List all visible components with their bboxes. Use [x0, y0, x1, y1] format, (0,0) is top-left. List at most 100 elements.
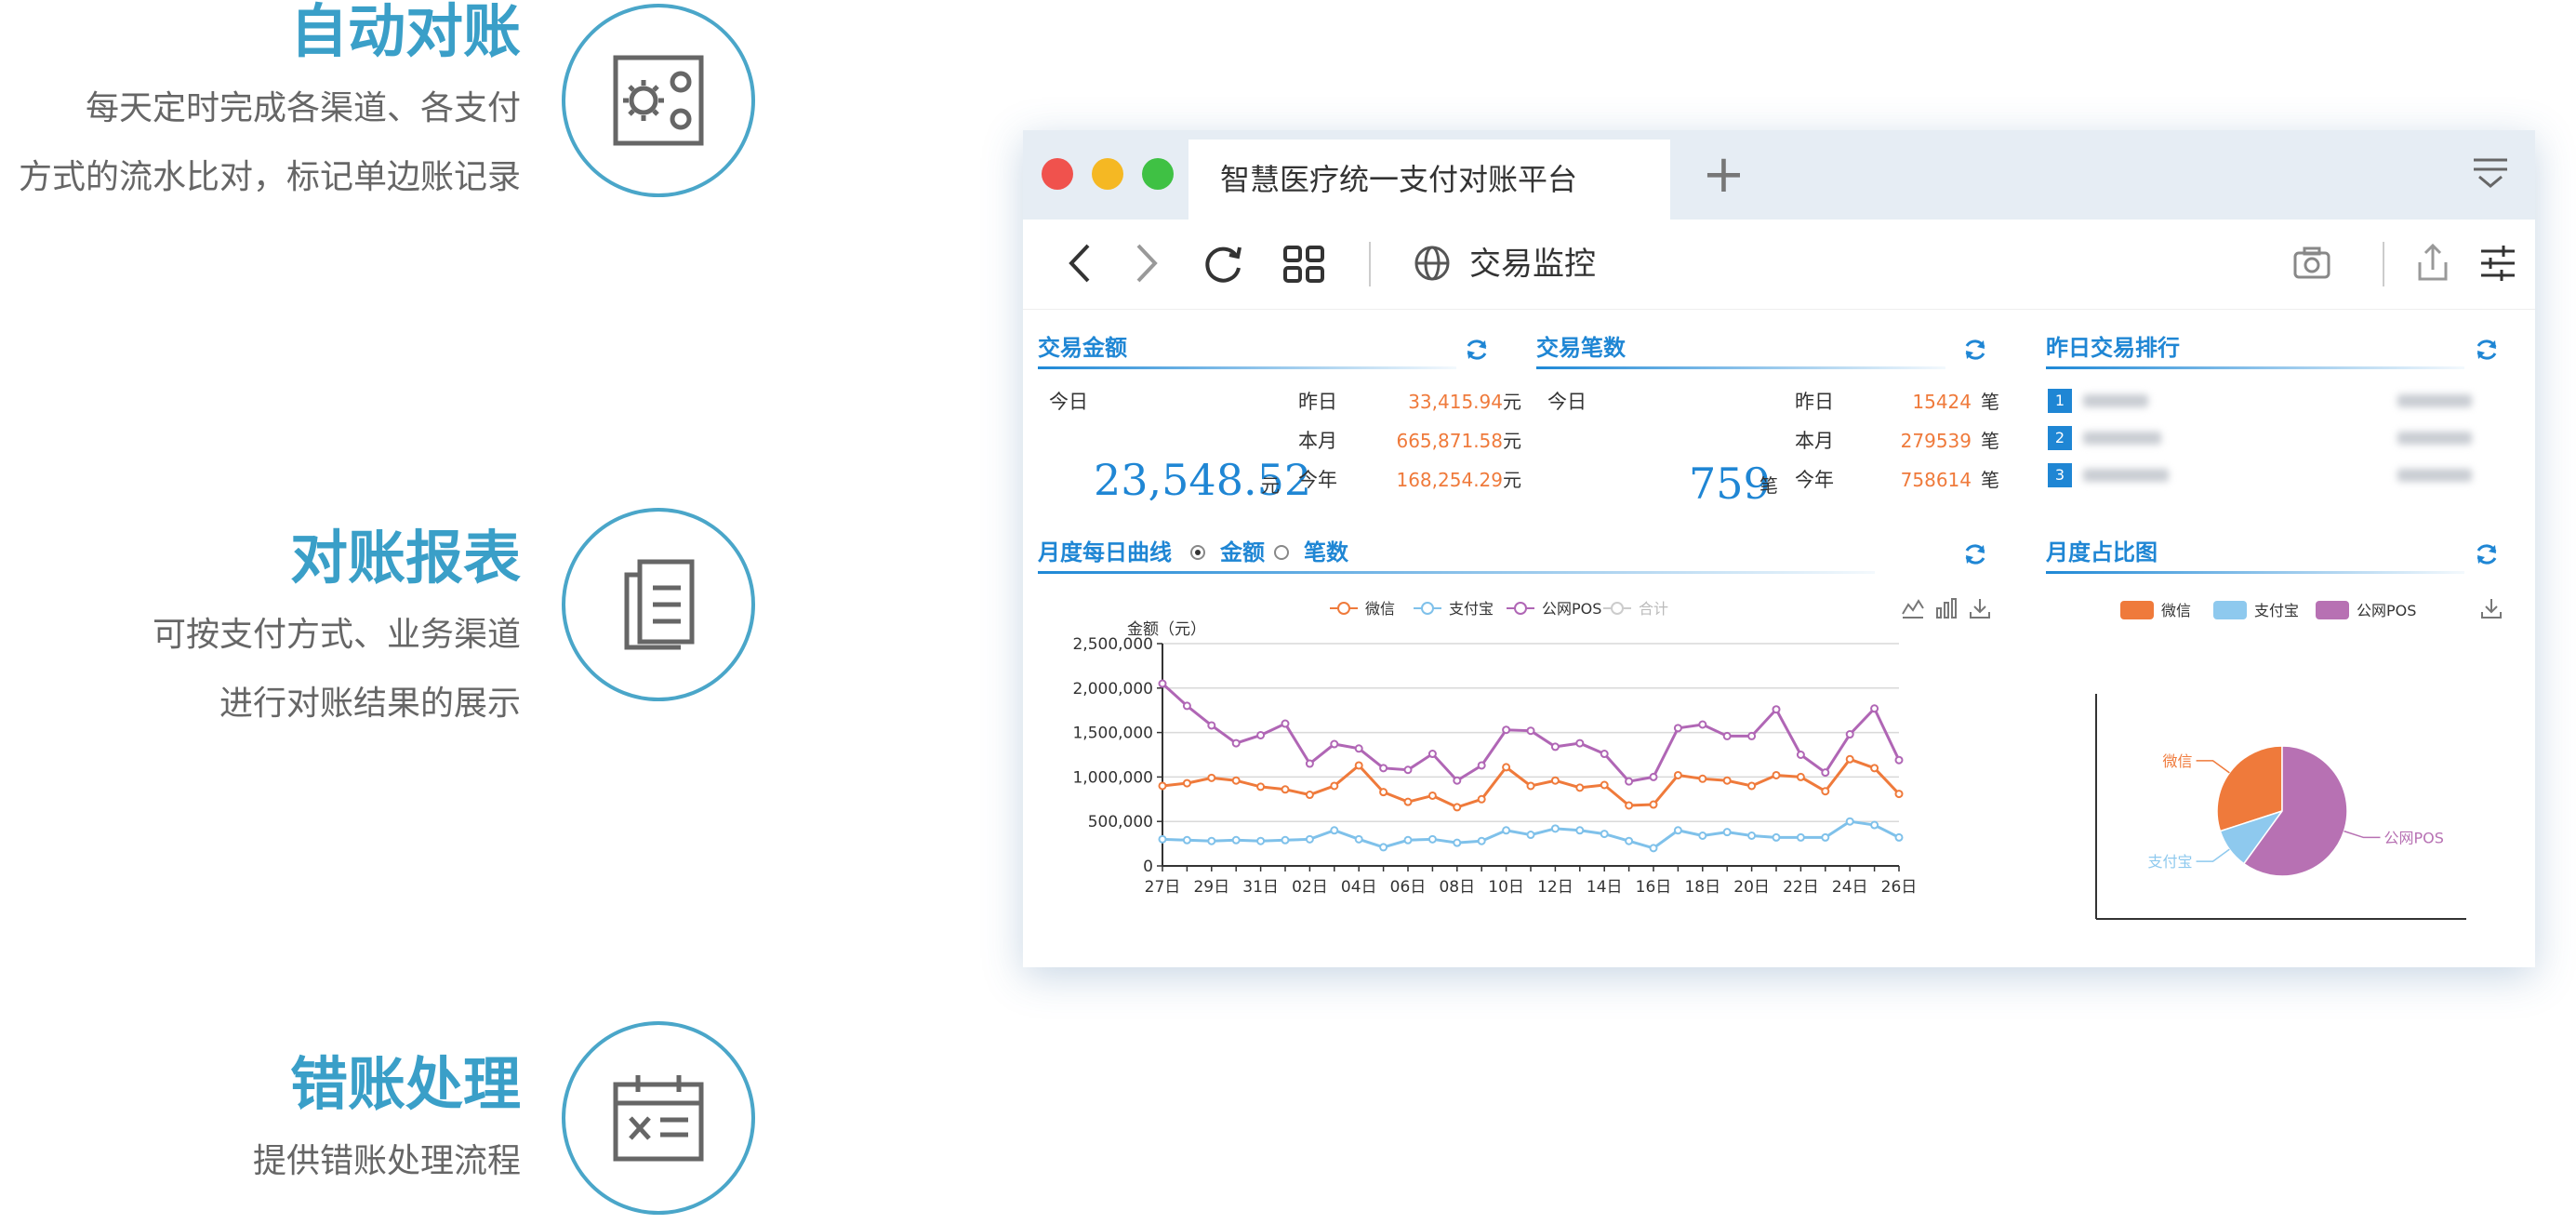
- row-label: 今年: [1795, 469, 1834, 491]
- y-tick-label: 1,000,000: [1072, 768, 1153, 787]
- y-tick-label: 500,000: [1088, 813, 1153, 832]
- legend-label: 支付宝: [1449, 600, 1494, 618]
- grid-icon[interactable]: [1281, 240, 1326, 286]
- refresh-panel-icon[interactable]: [1464, 337, 1490, 363]
- browser-window: 智慧医疗统一支付对账平台 + 交易监控 交易金额 今日 23,548.52 元 …: [1023, 130, 2535, 967]
- radio-amount-label[interactable]: 金额: [1220, 538, 1265, 567]
- panel-underline: [2046, 571, 2464, 574]
- data-point: [1894, 790, 1904, 799]
- row-label: 今年: [1298, 469, 1337, 491]
- x-tick-label: 06日: [1390, 878, 1427, 897]
- data-point: [1427, 791, 1437, 800]
- window-minimize-button[interactable]: [1092, 158, 1123, 190]
- window-maximize-button[interactable]: [1142, 158, 1174, 190]
- row-value: 168,254.29: [1396, 469, 1503, 491]
- data-point: [1673, 770, 1682, 779]
- data-point: [1354, 744, 1363, 753]
- legend-label: 公网POS: [1542, 600, 1601, 618]
- data-point: [1427, 834, 1437, 844]
- settings-sliders-icon[interactable]: [2479, 240, 2516, 286]
- data-point: [1796, 751, 1805, 759]
- legend-marker: [1514, 602, 1527, 615]
- x-tick-label: 24日: [1832, 878, 1868, 897]
- x-tick-label: 27日: [1145, 878, 1181, 897]
- data-point: [1305, 759, 1314, 768]
- feature-reconcile-report: 对账报表 可按支付方式、业务渠道 进行对账结果的展示: [0, 521, 521, 738]
- refresh-icon[interactable]: [1200, 240, 1246, 286]
- refresh-panel-icon[interactable]: [2474, 541, 2500, 567]
- data-point: [1796, 832, 1805, 842]
- x-tick-label: 22日: [1783, 878, 1819, 897]
- radio-amount[interactable]: [1190, 545, 1205, 560]
- legend-label: 微信: [1365, 600, 1395, 618]
- camera-icon[interactable]: [2291, 240, 2332, 286]
- data-point: [1845, 754, 1854, 764]
- blurred-rank-name: [2083, 469, 2169, 482]
- share-icon[interactable]: [2412, 240, 2453, 286]
- data-point: [1379, 843, 1388, 852]
- data-point: [1649, 772, 1658, 781]
- x-tick-label: 04日: [1341, 878, 1377, 897]
- data-point: [1354, 761, 1363, 770]
- data-point: [1722, 776, 1732, 785]
- globe-icon: [1414, 246, 1450, 281]
- data-point: [1894, 832, 1904, 842]
- data-point: [1182, 778, 1191, 788]
- panel-underline: [2046, 366, 2464, 369]
- row-unit: 笔: [1981, 469, 1999, 491]
- row-label: 昨日: [1795, 391, 1834, 413]
- today-label: 今日: [1049, 391, 1088, 413]
- today-count-unit: 笔: [1759, 474, 1778, 497]
- monthly-pie-chart[interactable]: 微信 支付宝 公网POS微信支付宝公网POS: [2046, 579, 2511, 969]
- data-point: [1772, 770, 1781, 779]
- row-value: 665,871.58: [1396, 430, 1503, 452]
- today-count-value: 759: [1689, 459, 1771, 509]
- radio-count-label[interactable]: 笔数: [1304, 538, 1348, 567]
- data-point: [1281, 719, 1290, 728]
- refresh-panel-icon[interactable]: [2474, 337, 2500, 363]
- data-point: [1722, 731, 1732, 740]
- window-close-button[interactable]: [1042, 158, 1073, 190]
- data-point: [1575, 738, 1585, 748]
- data-point: [1625, 836, 1634, 845]
- row-value: 15424: [1912, 391, 1972, 413]
- data-point: [1821, 787, 1830, 796]
- data-point: [1772, 832, 1781, 842]
- refresh-panel-icon[interactable]: [1962, 541, 1988, 567]
- legend-label: 合计: [1639, 600, 1668, 618]
- new-tab-button[interactable]: +: [1702, 147, 1746, 203]
- nav-bar: 交易监控: [1023, 220, 2535, 310]
- tab-active[interactable]: 智慧医疗统一支付对账平台: [1188, 140, 1670, 220]
- data-point: [1231, 835, 1241, 845]
- radio-count[interactable]: [1274, 545, 1289, 560]
- data-point: [1747, 781, 1757, 791]
- row-unit: 笔: [1981, 430, 1999, 452]
- data-point: [1600, 830, 1609, 839]
- menu-icon[interactable]: [2472, 156, 2509, 190]
- feature-title: 对账报表: [289, 524, 521, 592]
- rank-badge: 3: [2048, 463, 2072, 487]
- pie-label: 公网POS: [2383, 829, 2443, 846]
- feature-error-handling: 错账处理 提供错账处理流程: [0, 1047, 521, 1196]
- data-point: [1526, 781, 1535, 791]
- legend-swatch: [2316, 601, 2349, 619]
- address-bar[interactable]: 交易监控: [1469, 240, 1596, 288]
- data-point: [1772, 705, 1781, 714]
- data-point: [1747, 831, 1757, 840]
- refresh-panel-icon[interactable]: [1962, 337, 1988, 363]
- panel-underline: [1536, 366, 1945, 369]
- data-point: [1453, 776, 1462, 785]
- back-icon[interactable]: [1066, 240, 1094, 286]
- data-point: [1158, 781, 1167, 791]
- forward-icon[interactable]: [1133, 240, 1161, 286]
- row-unit: 笔: [1981, 391, 1999, 413]
- feature-title: 错账处理: [289, 1050, 521, 1118]
- legend-swatch: [2213, 601, 2247, 619]
- data-point: [1305, 834, 1314, 844]
- dashboard: 交易金额 今日 23,548.52 元 昨日 33,415.94 元 本月 66…: [1023, 309, 2535, 967]
- data-point: [1870, 764, 1879, 773]
- monthly-line-chart[interactable]: 微信 支付宝 公网POS 合计金额（元）0500,0001,000,0001,500,…: [1023, 579, 2009, 969]
- legend-marker: [1611, 602, 1624, 615]
- legend-swatch: [2120, 601, 2154, 619]
- data-point: [1477, 794, 1486, 804]
